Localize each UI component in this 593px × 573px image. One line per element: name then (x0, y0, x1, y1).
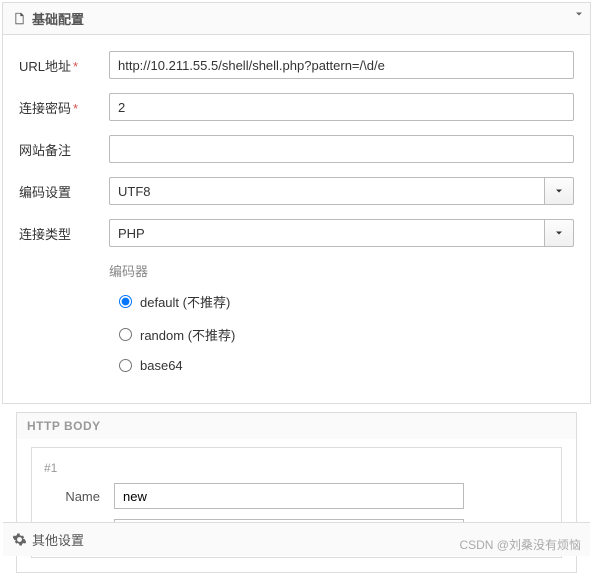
password-input[interactable] (109, 93, 574, 121)
conn-type-label: 连接类型 (19, 224, 109, 243)
encoding-row: 编码设置 (19, 177, 574, 205)
encoder-base64-label: base64 (140, 358, 183, 373)
conn-type-dropdown-button[interactable] (544, 219, 574, 247)
conn-type-select[interactable] (109, 219, 544, 247)
encoder-option-default[interactable]: default (不推荐) (119, 292, 574, 311)
http-body-header: HTTP BODY (17, 413, 576, 439)
remark-label: 网站备注 (19, 140, 109, 159)
radio-base64[interactable] (119, 359, 132, 372)
encoder-option-base64[interactable]: base64 (119, 358, 574, 373)
encoder-default-label: default (不推荐) (140, 292, 230, 311)
encoder-section: 编码器 default (不推荐) random (不推荐) base64 (109, 261, 574, 373)
radio-random[interactable] (119, 328, 132, 341)
encoder-title: 编码器 (109, 261, 574, 280)
radio-default[interactable] (119, 295, 132, 308)
collapse-icon[interactable] (573, 8, 585, 23)
encoding-dropdown-button[interactable] (544, 177, 574, 205)
name-row: Name (44, 483, 549, 509)
password-label: 连接密码* (19, 98, 109, 117)
other-settings-bar[interactable]: 其他设置 (3, 522, 590, 556)
document-icon (13, 12, 26, 25)
encoding-select[interactable] (109, 177, 544, 205)
chevron-down-icon (553, 185, 565, 197)
encoding-label: 编码设置 (19, 182, 109, 201)
encoder-random-label: random (不推荐) (140, 325, 235, 344)
url-row: URL地址* (19, 51, 574, 79)
url-input[interactable] (109, 51, 574, 79)
basic-config-panel: 基础配置 URL地址* 连接密码* 网站备注 编码设置 (2, 2, 591, 404)
chevron-down-icon (553, 227, 565, 239)
panel-title: 基础配置 (32, 9, 84, 28)
remark-row: 网站备注 (19, 135, 574, 163)
panel-header: 基础配置 (3, 3, 590, 35)
name-label: Name (44, 489, 114, 504)
encoder-option-random[interactable]: random (不推荐) (119, 325, 574, 344)
gear-icon (13, 533, 26, 546)
panel-body: URL地址* 连接密码* 网站备注 编码设置 连接类型 (3, 35, 590, 403)
conn-type-row: 连接类型 (19, 219, 574, 247)
name-input[interactable] (114, 483, 464, 509)
http-body-index-label: #1 (40, 461, 61, 475)
password-row: 连接密码* (19, 93, 574, 121)
remark-input[interactable] (109, 135, 574, 163)
other-settings-label: 其他设置 (32, 530, 84, 549)
url-label: URL地址* (19, 56, 109, 75)
